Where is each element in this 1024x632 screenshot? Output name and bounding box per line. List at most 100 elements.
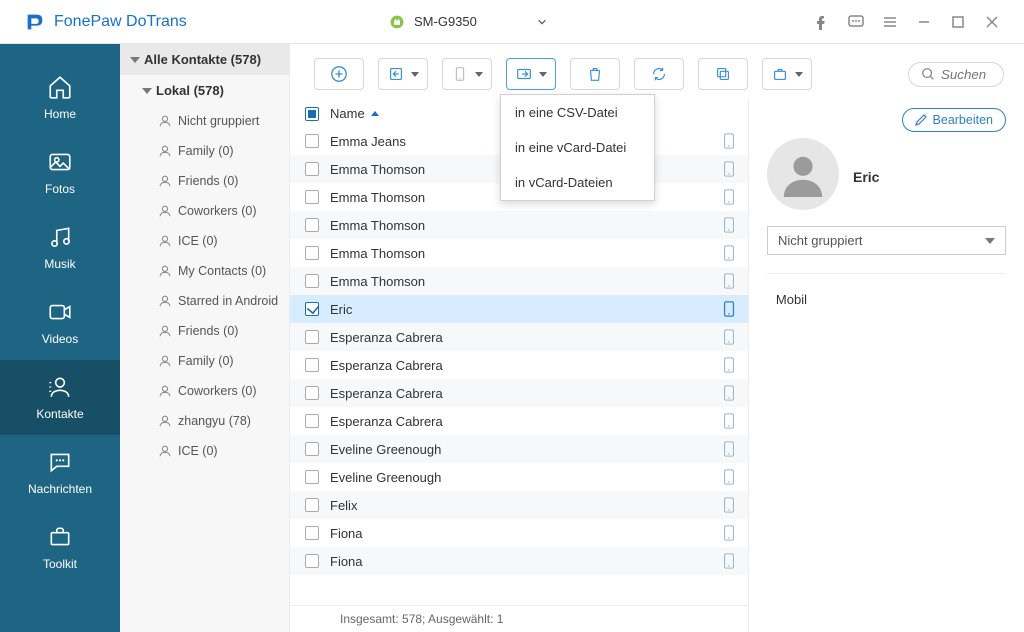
tree-node[interactable]: My Contacts (0) xyxy=(120,256,289,286)
row-checkbox[interactable] xyxy=(305,442,319,456)
table-row[interactable]: Emma Thomson xyxy=(290,239,748,267)
export-csv[interactable]: in eine CSV-Datei xyxy=(501,95,654,130)
delete-button[interactable] xyxy=(570,58,620,90)
table-row[interactable]: Eric xyxy=(290,295,748,323)
group-icon xyxy=(158,444,172,458)
groups-tree: Alle Kontakte (578) Lokal (578) Nicht gr… xyxy=(120,44,290,632)
table-row[interactable]: Esperanza Cabrera xyxy=(290,379,748,407)
to-device-button[interactable] xyxy=(442,58,492,90)
select-all-checkbox[interactable] xyxy=(305,107,319,121)
toolbar xyxy=(290,44,1024,100)
phone-field: Mobil xyxy=(767,292,1006,307)
close-button[interactable] xyxy=(984,14,1000,30)
device-selector[interactable]: SM-G9350 xyxy=(390,14,547,29)
export-vcards[interactable]: in vCard-Dateien xyxy=(501,165,654,200)
tree-node[interactable]: Family (0) xyxy=(120,346,289,376)
row-checkbox[interactable] xyxy=(305,498,319,512)
table-row[interactable]: Eveline Greenough xyxy=(290,463,748,491)
group-icon xyxy=(158,144,172,158)
nav-contacts[interactable]: Kontakte xyxy=(0,360,120,435)
row-checkbox[interactable] xyxy=(305,470,319,484)
facebook-icon[interactable] xyxy=(814,14,830,30)
tree-node[interactable]: Friends (0) xyxy=(120,316,289,346)
nav-toolkit[interactable]: Toolkit xyxy=(0,510,120,585)
row-checkbox[interactable] xyxy=(305,162,319,176)
row-checkbox[interactable] xyxy=(305,358,319,372)
tree-local[interactable]: Lokal (578) xyxy=(120,75,289,106)
nav-music[interactable]: Musik xyxy=(0,210,120,285)
cell-name: Emma Thomson xyxy=(326,218,531,233)
tree-node[interactable]: Coworkers (0) xyxy=(120,376,289,406)
row-checkbox[interactable] xyxy=(305,414,319,428)
row-checkbox[interactable] xyxy=(305,246,319,260)
export-button[interactable] xyxy=(506,58,556,90)
row-checkbox[interactable] xyxy=(305,330,319,344)
table-row[interactable]: Esperanza Cabrera xyxy=(290,351,748,379)
nav-sidebar: Home Fotos Musik Videos Kontakte Nachric… xyxy=(0,44,120,632)
maximize-button[interactable] xyxy=(950,14,966,30)
tree-node[interactable]: Nicht gruppiert xyxy=(120,106,289,136)
refresh-button[interactable] xyxy=(634,58,684,90)
import-button[interactable] xyxy=(378,58,428,90)
table-row[interactable]: Felix xyxy=(290,491,748,519)
chevron-down-icon xyxy=(537,17,547,27)
minimize-button[interactable] xyxy=(916,14,932,30)
tree-root[interactable]: Alle Kontakte (578) xyxy=(120,44,289,75)
nav-home[interactable]: Home xyxy=(0,60,120,135)
group-icon xyxy=(158,354,172,368)
tree-node[interactable]: zhangyu (78) xyxy=(120,406,289,436)
search-box[interactable] xyxy=(908,62,1004,87)
menu-icon[interactable] xyxy=(882,14,898,30)
device-icon xyxy=(723,217,735,233)
edit-button[interactable]: Bearbeiten xyxy=(902,108,1006,132)
group-select[interactable]: Nicht gruppiert xyxy=(767,226,1006,255)
cell-name: Fiona xyxy=(326,526,531,541)
tree-node[interactable]: Friends (0) xyxy=(120,166,289,196)
feedback-icon[interactable] xyxy=(848,14,864,30)
avatar xyxy=(767,138,839,210)
table-row[interactable]: Esperanza Cabrera xyxy=(290,323,748,351)
device-icon xyxy=(723,329,735,345)
tree-node[interactable]: Starred in Android xyxy=(120,286,289,316)
row-checkbox[interactable] xyxy=(305,274,319,288)
table-row[interactable]: Esperanza Cabrera xyxy=(290,407,748,435)
table-row[interactable]: Eveline Greenough xyxy=(290,435,748,463)
device-icon xyxy=(723,357,735,373)
tree-node-label: My Contacts (0) xyxy=(178,264,266,278)
tree-node-label: ICE (0) xyxy=(178,444,218,458)
group-icon xyxy=(158,204,172,218)
add-button[interactable] xyxy=(314,58,364,90)
cell-name: Eveline Greenough xyxy=(326,470,531,485)
tree-node[interactable]: Coworkers (0) xyxy=(120,196,289,226)
logo-icon xyxy=(24,11,46,33)
divider xyxy=(767,273,1006,274)
tree-node[interactable]: ICE (0) xyxy=(120,226,289,256)
table-row[interactable]: Emma Thomson xyxy=(290,267,748,295)
table-row[interactable]: Fiona xyxy=(290,547,748,575)
table-row[interactable]: Fiona xyxy=(290,519,748,547)
cell-name: Felix xyxy=(326,498,531,513)
backup-button[interactable] xyxy=(762,58,812,90)
tree-node[interactable]: ICE (0) xyxy=(120,436,289,466)
search-input[interactable] xyxy=(941,67,991,82)
nav-photos[interactable]: Fotos xyxy=(0,135,120,210)
content-area: in eine CSV-Datei in eine vCard-Datei in… xyxy=(290,44,1024,632)
chevron-down-icon xyxy=(985,238,995,244)
row-checkbox[interactable] xyxy=(305,386,319,400)
dedup-button[interactable] xyxy=(698,58,748,90)
tree-node[interactable]: Family (0) xyxy=(120,136,289,166)
row-checkbox[interactable] xyxy=(305,190,319,204)
export-vcard[interactable]: in eine vCard-Datei xyxy=(501,130,654,165)
row-checkbox[interactable] xyxy=(305,526,319,540)
row-checkbox[interactable] xyxy=(305,554,319,568)
export-dropdown: in eine CSV-Datei in eine vCard-Datei in… xyxy=(500,94,655,201)
status-bar: Insgesamt: 578; Ausgewählt: 1 xyxy=(290,605,748,632)
table-row[interactable]: Emma Thomson xyxy=(290,211,748,239)
row-checkbox[interactable] xyxy=(305,134,319,148)
nav-videos[interactable]: Videos xyxy=(0,285,120,360)
nav-messages[interactable]: Nachrichten xyxy=(0,435,120,510)
row-checkbox[interactable] xyxy=(305,302,319,316)
pencil-icon xyxy=(915,114,927,126)
row-checkbox[interactable] xyxy=(305,218,319,232)
app-logo: FonePaw DoTrans xyxy=(0,11,290,33)
